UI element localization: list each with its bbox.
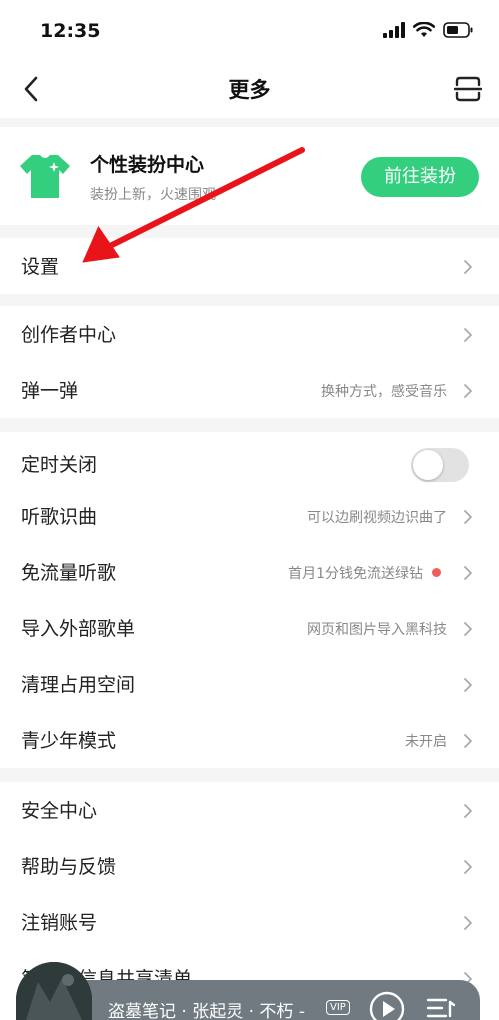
features-group: 定时关闭 听歌识曲 可以边刷视频边识曲了 免流量听歌 首月1分钱免流送绿钻 导入… — [0, 432, 499, 768]
chevron-right-icon — [464, 566, 472, 580]
list-item-label: 导入外部歌单 — [21, 618, 136, 640]
list-item-label: 弹一弹 — [21, 380, 79, 402]
list-item-help-feedback[interactable]: 帮助与反馈 — [0, 838, 499, 894]
chevron-right-icon — [464, 384, 472, 398]
list-item-hint: 换种方式，感受音乐 — [321, 384, 447, 400]
list-item-tan-yi-tan[interactable]: 弹一弹 换种方式，感受音乐 — [0, 362, 499, 418]
chevron-right-icon — [464, 804, 472, 818]
dress-center-subtitle: 装扮上新，火速围观 — [90, 187, 216, 203]
page-title: 更多 — [228, 78, 271, 102]
list-item-song-recognition[interactable]: 听歌识曲 可以边刷视频边识曲了 — [0, 488, 499, 544]
sleep-timer-toggle[interactable] — [411, 448, 469, 482]
list-item-label: 安全中心 — [21, 800, 98, 822]
tshirt-icon — [20, 155, 70, 198]
list-item-teen-mode[interactable]: 青少年模式 未开启 — [0, 712, 499, 768]
list-item-label: 青少年模式 — [21, 730, 117, 752]
list-item-label: 注销账号 — [21, 912, 98, 934]
chevron-right-icon — [464, 734, 472, 748]
play-button[interactable] — [368, 990, 406, 1020]
chevron-right-icon — [464, 510, 472, 524]
battery-icon — [443, 22, 473, 38]
list-item-free-data[interactable]: 免流量听歌 首月1分钱免流送绿钻 — [0, 544, 499, 600]
list-item-label: 定时关闭 — [21, 454, 98, 476]
status-icons — [383, 22, 473, 38]
chevron-right-icon — [464, 328, 472, 342]
list-item-sleep-timer: 定时关闭 — [0, 436, 499, 492]
chevron-right-icon — [464, 860, 472, 874]
chevron-right-icon — [464, 260, 472, 274]
chevron-right-icon — [464, 622, 472, 636]
nav-bar: 更多 — [0, 60, 499, 118]
list-item-hint: 首月1分钱免流送绿钻 — [288, 566, 423, 582]
list-item-import-playlist[interactable]: 导入外部歌单 网页和图片导入黑科技 — [0, 600, 499, 656]
scan-icon — [454, 76, 482, 102]
chevron-right-icon — [464, 678, 472, 692]
status-bar: 12:35 — [0, 0, 499, 60]
list-item-hint: 未开启 — [405, 734, 447, 750]
list-item-label: 创作者中心 — [21, 324, 117, 346]
chevron-right-icon — [464, 916, 472, 930]
playlist-icon[interactable] — [426, 996, 456, 1020]
dress-center-title: 个性装扮中心 — [90, 154, 205, 176]
list-item-hint: 可以边刷视频边识曲了 — [307, 510, 447, 526]
settings-label: 设置 — [21, 256, 60, 278]
scan-button[interactable] — [451, 72, 485, 106]
list-item-label: 免流量听歌 — [21, 562, 117, 584]
notification-dot — [432, 568, 441, 577]
settings-row[interactable]: 设置 — [0, 238, 499, 294]
list-item-hint: 网页和图片导入黑科技 — [307, 622, 447, 638]
creator-group: 创作者中心 弹一弹 换种方式，感受音乐 — [0, 306, 499, 418]
list-item-creator-center[interactable]: 创作者中心 — [0, 306, 499, 362]
settings-card: 设置 — [0, 238, 499, 294]
list-item-label: 帮助与反馈 — [21, 856, 117, 878]
go-dress-button[interactable]: 前往装扮 — [361, 157, 479, 197]
list-item-security-center[interactable]: 安全中心 — [0, 782, 499, 838]
status-time: 12:35 — [40, 20, 101, 42]
cellular-signal-icon — [383, 22, 405, 38]
toggle-knob — [413, 450, 443, 480]
now-playing-title: 盗墓笔记 · 张起灵 · 不朽 - — [108, 1002, 305, 1020]
wifi-icon — [413, 22, 435, 37]
list-item-delete-account[interactable]: 注销账号 — [0, 894, 499, 950]
list-item-label: 听歌识曲 — [21, 506, 98, 528]
list-item-label: 清理占用空间 — [21, 674, 136, 696]
list-item-clear-storage[interactable]: 清理占用空间 — [0, 656, 499, 712]
vip-badge: VIP — [326, 1000, 350, 1015]
